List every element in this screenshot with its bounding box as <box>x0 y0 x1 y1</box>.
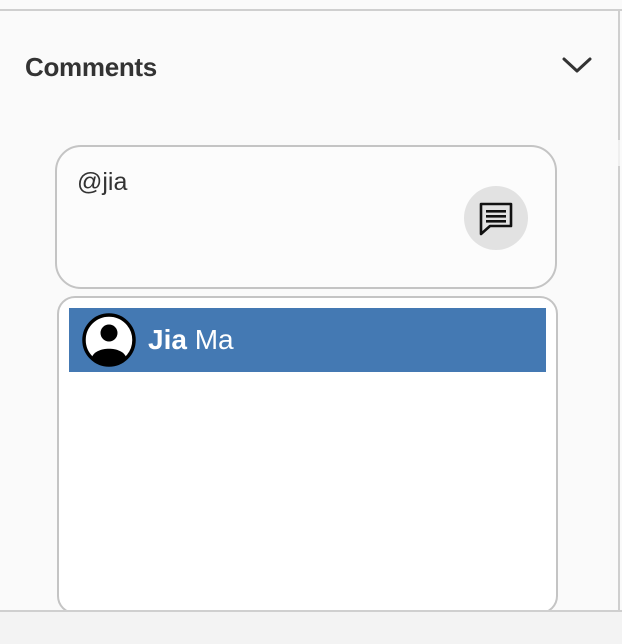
comment-box <box>55 145 557 289</box>
comments-panel-header[interactable]: Comments <box>0 40 618 96</box>
panel-right-edge <box>618 10 620 610</box>
send-comment-button[interactable] <box>464 186 528 250</box>
comment-icon <box>479 202 513 236</box>
comments-panel-title: Comments <box>25 52 157 82</box>
mention-suggestions-list: Jia Ma <box>57 296 558 614</box>
top-divider <box>0 9 622 11</box>
mention-rest-text: Ma <box>186 324 234 355</box>
comment-input[interactable] <box>77 165 457 199</box>
scrollbar-gap <box>618 140 620 166</box>
user-avatar-icon <box>82 313 136 367</box>
mention-suggestion-item[interactable]: Jia Ma <box>69 308 546 372</box>
mention-suggestion-name: Jia Ma <box>148 326 234 354</box>
mention-match-text: Jia <box>148 324 187 355</box>
bottom-area <box>0 612 622 644</box>
chevron-down-icon[interactable] <box>560 52 594 78</box>
